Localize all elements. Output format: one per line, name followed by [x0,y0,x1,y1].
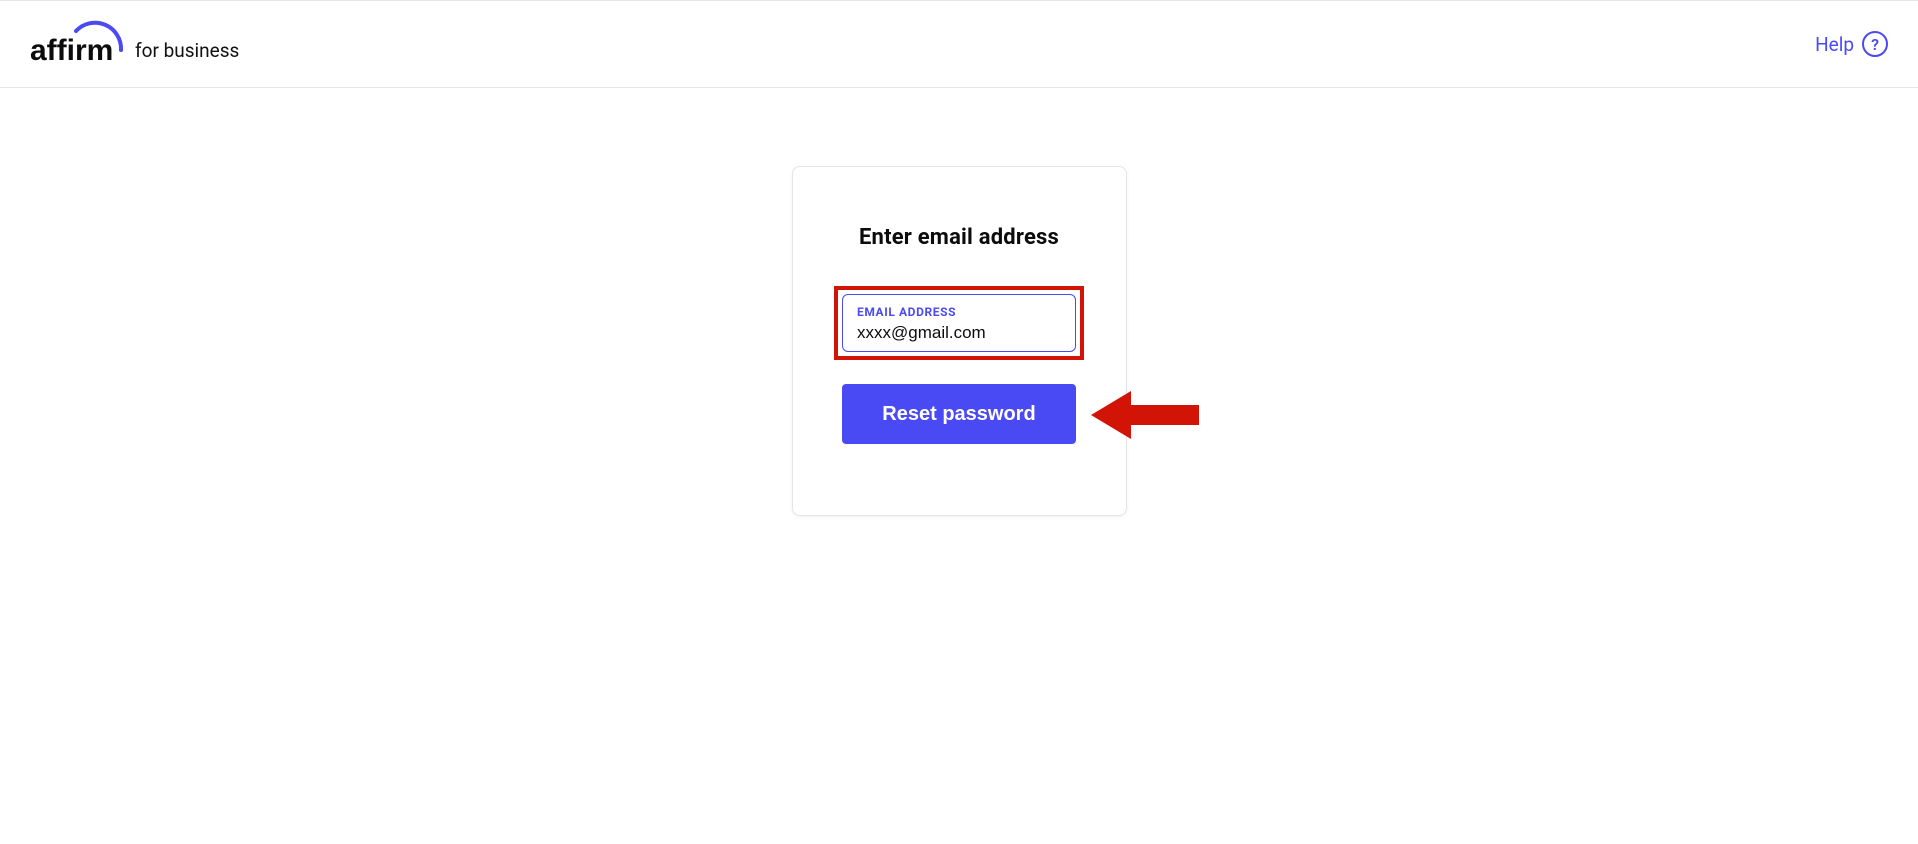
help-label: Help [1815,33,1854,56]
reset-password-card: Enter email address EMAIL ADDRESS Reset … [792,166,1127,516]
brand-sub: for business [135,39,239,68]
affirm-logo: affirm [30,20,125,68]
help-link[interactable]: Help ? [1815,31,1888,57]
email-field-container[interactable]: EMAIL ADDRESS [842,294,1076,352]
main: Enter email address EMAIL ADDRESS Reset … [0,88,1918,516]
brand: affirm for business [30,20,239,68]
annotation-arrow-icon [1091,387,1201,443]
page-header: affirm for business Help ? [0,0,1918,88]
reset-password-button[interactable]: Reset password [842,384,1076,444]
card-title: Enter email address [859,225,1059,250]
annotation-highlight: EMAIL ADDRESS [834,286,1084,360]
help-icon: ? [1862,31,1888,57]
svg-text:affirm: affirm [30,34,113,67]
email-input[interactable] [857,323,1061,343]
email-label: EMAIL ADDRESS [857,305,1061,319]
